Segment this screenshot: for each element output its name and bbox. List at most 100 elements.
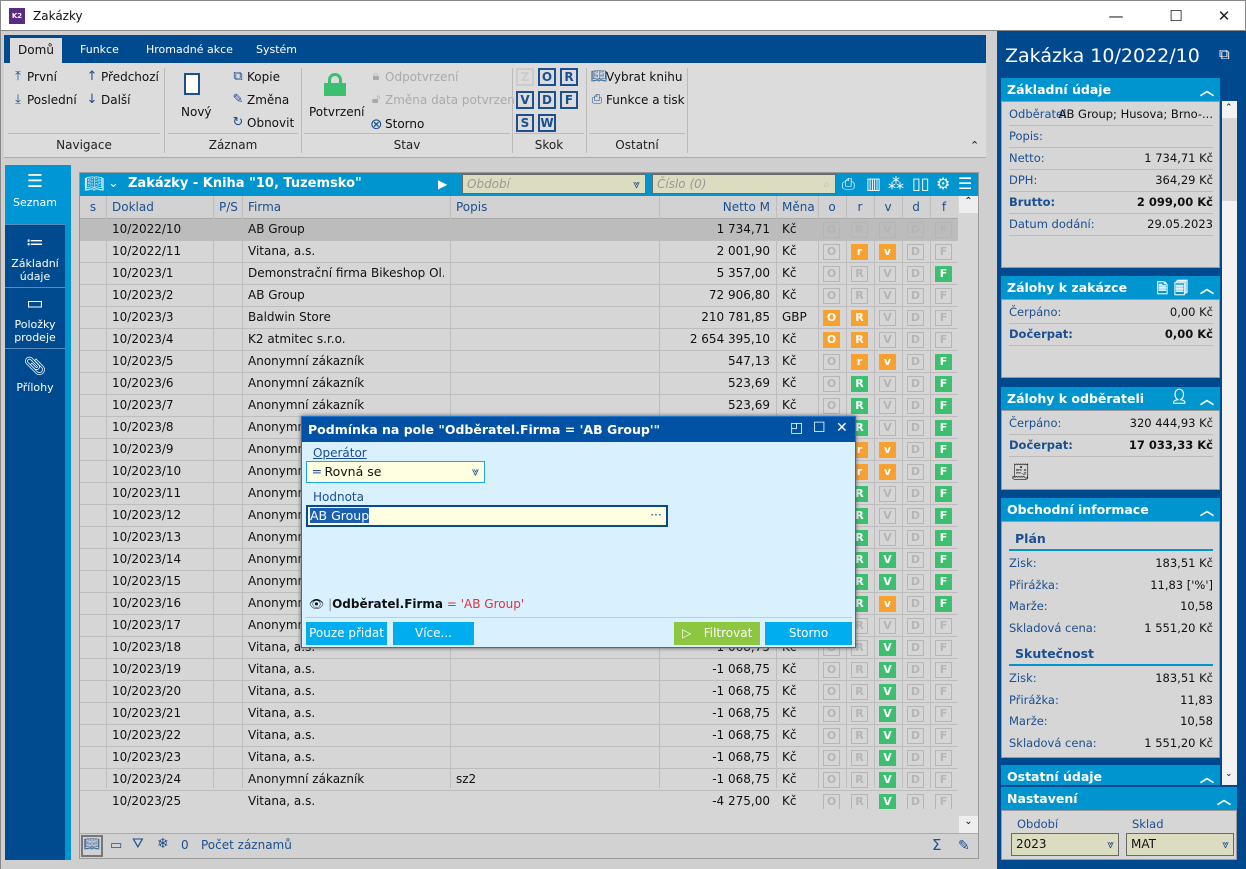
scroll-thumb[interactable] xyxy=(1222,101,1237,201)
last-button[interactable]: ⤓ Poslední xyxy=(12,92,77,107)
table-row[interactable]: 10/2023/20 Vitana, a.s. -1 068,75 Kč O R V D F xyxy=(80,681,958,703)
snowflake-icon[interactable]: ❄ xyxy=(157,836,169,852)
ellipsis-icon[interactable]: ··· xyxy=(650,507,662,522)
minimize-button[interactable]: — xyxy=(1101,5,1131,27)
table-row[interactable]: 10/2023/22 Vitana, a.s. -1 068,75 Kč O R V D F xyxy=(80,725,958,747)
storno-button[interactable]: ⊗ Storno xyxy=(370,115,424,133)
scroll-up-icon[interactable]: ⌃ xyxy=(1225,103,1233,113)
table-row[interactable]: 10/2023/23 Vitana, a.s. -1 068,75 Kč O R V D F xyxy=(80,747,958,769)
column-header-3[interactable]: Firma xyxy=(248,200,444,214)
column-header-0[interactable]: s xyxy=(86,200,100,214)
dock-icon[interactable]: ◰ xyxy=(790,420,803,436)
chevron-down-icon[interactable]: ⌄ xyxy=(108,176,119,191)
print-button[interactable]: ⎙ Funkce a tisk xyxy=(591,92,685,107)
confirm-button[interactable]: Potvrzení xyxy=(309,105,365,119)
jump-z-button[interactable]: Z xyxy=(516,68,534,86)
chevron-up-icon[interactable]: ︿ xyxy=(1200,389,1214,409)
column-header-11[interactable]: f xyxy=(936,200,952,214)
column-header-9[interactable]: v xyxy=(880,200,896,214)
maximize-button[interactable]: ☐ xyxy=(1161,5,1191,27)
scroll-down-icon[interactable]: ⌄ xyxy=(1225,769,1233,779)
tab-system[interactable]: Systém xyxy=(256,43,297,56)
column-header-2[interactable]: P/S xyxy=(219,200,238,214)
close-button[interactable]: ✕ xyxy=(1209,5,1239,27)
operator-select[interactable]: ═ Rovná se ⩔ xyxy=(306,461,485,483)
column-header-1[interactable]: Doklad xyxy=(112,200,207,214)
gear-icon[interactable]: ⚙ xyxy=(936,174,950,193)
chevron-up-icon[interactable]: ︿ xyxy=(1200,500,1214,520)
period-input[interactable]: Období ⩔ xyxy=(462,174,646,194)
table-row[interactable]: 10/2023/7 Anonymní zákazník 523,69 Kč O R V D F xyxy=(80,395,958,417)
refresh-button[interactable]: ↻ Obnovit xyxy=(232,115,295,130)
table-row[interactable]: 10/2023/1 Demonstrační firma Bikeshop Ol.… xyxy=(80,263,958,285)
book-icon[interactable]: 📖︎ xyxy=(84,174,104,193)
print-icon[interactable]: ⎙ xyxy=(842,174,855,194)
archive-icon[interactable]: ▭ xyxy=(110,838,122,853)
number-search-input[interactable]: Číslo (0) ⌕ xyxy=(652,174,836,194)
vertical-scrollbar[interactable]: ⌃ ⌄ xyxy=(959,196,978,833)
chevron-up-icon[interactable]: ︿ xyxy=(1200,278,1214,298)
jump-f-button[interactable]: F xyxy=(560,91,578,109)
jump-d-button[interactable]: D xyxy=(538,91,556,109)
play-icon[interactable]: ▶ xyxy=(438,177,447,191)
table-row[interactable]: 10/2023/24 Anonymní zákazník sz2 -1 068,75 K… xyxy=(80,769,958,791)
section-header-zalohy-odberatel[interactable]: Zálohy k odběrateli 👤︎ ︿ xyxy=(1001,387,1220,410)
first-button[interactable]: ⤒ První xyxy=(12,69,57,84)
value-input[interactable]: AB Group ··· xyxy=(306,505,668,527)
tab-domu[interactable]: Domů xyxy=(10,38,62,63)
pencil-icon[interactable]: ✎ xyxy=(958,838,970,854)
group-icon[interactable]: ⁂ xyxy=(888,174,904,193)
scroll-up-icon[interactable]: ⌃ xyxy=(959,196,978,213)
invoice-coins-icon[interactable]: 🧾︎ xyxy=(1010,462,1030,481)
chart-icon[interactable]: ▥ xyxy=(866,174,881,193)
popout-icon[interactable]: ⧉ xyxy=(1219,45,1230,63)
column-header-8[interactable]: r xyxy=(852,200,868,214)
section-header-basic[interactable]: Základní údaje ︿ xyxy=(1001,78,1220,101)
copy-button[interactable]: ⧉ Kopie xyxy=(232,69,280,84)
jump-w-button[interactable]: W xyxy=(538,114,556,132)
maximize-icon[interactable]: ☐ xyxy=(813,420,826,436)
table-row[interactable]: 10/2023/3 Baldwin Store 210 781,85 GBP O R V D F xyxy=(80,307,958,329)
previous-button[interactable]: ↑ Předchozí xyxy=(86,69,159,84)
tab-funkce[interactable]: Funkce xyxy=(80,43,119,56)
edit-button[interactable]: ✎ Změna xyxy=(232,92,290,107)
user-document-icon[interactable]: 👤︎ xyxy=(1170,389,1188,405)
filter-icon[interactable]: ⛛ xyxy=(132,836,144,852)
filter-button[interactable]: ▷ Filtrovat xyxy=(674,622,760,645)
select-book-button[interactable]: 📖︎ Vybrat knihu xyxy=(591,69,683,84)
obdobi-select[interactable]: 2023 ⩔ xyxy=(1011,833,1119,856)
book-view-icon[interactable]: 📖︎ xyxy=(81,835,103,857)
section-header-obchodni[interactable]: Obchodní informace ︿ xyxy=(1001,498,1220,521)
nav-zakladni-udaje[interactable]: ≔ Základní údaje xyxy=(5,226,65,288)
more-button[interactable]: Více... xyxy=(393,622,474,645)
chevron-up-icon[interactable]: ︿ xyxy=(1217,789,1231,809)
unconfirm-button[interactable]: 🔒︎ Odpotvrzení xyxy=(370,69,459,84)
close-icon[interactable]: ✕ xyxy=(836,420,848,436)
jump-r-button[interactable]: R xyxy=(560,68,578,86)
column-header-10[interactable]: d xyxy=(908,200,924,214)
scroll-down-icon[interactable]: ⌄ xyxy=(959,816,978,833)
nav-prilohy[interactable]: 📎︎ Přílohy xyxy=(5,350,65,405)
jump-o-button[interactable]: O xyxy=(538,68,556,86)
section-header-nastaveni[interactable]: Nastavení ︿ xyxy=(1001,787,1237,810)
jump-s-button[interactable]: S xyxy=(516,114,534,132)
table-row[interactable]: 10/2022/11 Vitana, a.s. 2 001,90 Kč Or v D F xyxy=(80,241,958,263)
table-row[interactable]: 10/2023/5 Anonymní zákazník 547,13 Kč Or v D F xyxy=(80,351,958,373)
collapse-ribbon-icon[interactable]: ⌃ xyxy=(970,139,979,152)
menu-icon[interactable]: ☰ xyxy=(958,174,972,193)
nav-polozky-prodeje[interactable]: ▭ Položky prodeje xyxy=(5,289,65,349)
next-button[interactable]: ↓ Další xyxy=(86,92,131,107)
column-header-5[interactable]: Netto M xyxy=(665,200,770,214)
cancel-button[interactable]: Storno xyxy=(765,622,852,645)
table-row[interactable]: 10/2023/21 Vitana, a.s. -1 068,75 Kč O R V D F xyxy=(80,703,958,725)
table-row[interactable]: 10/2023/25 Vitana, a.s. -4 275,00 Kč O R V D F xyxy=(80,791,958,809)
table-row[interactable]: 10/2022/10 AB Group 1 734,71 Kč O R V D F xyxy=(80,219,958,241)
jump-v-button[interactable]: V xyxy=(516,91,534,109)
tab-hromadne-akce[interactable]: Hromadné akce xyxy=(146,43,233,56)
new-button[interactable]: Nový xyxy=(181,105,212,119)
nav-seznam[interactable]: ☰ Seznam xyxy=(5,165,65,225)
section-header-zalohy-zakazka[interactable]: Zálohy k zakázce 🗎︎ 🗐︎ ︿ xyxy=(1001,276,1220,299)
column-header-6[interactable]: Měna xyxy=(782,200,815,214)
add-only-button[interactable]: Pouze přidat xyxy=(306,622,387,645)
table-row[interactable]: 10/2023/4 K2 atmitec s.r.o. 2 654 395,10 Kč… xyxy=(80,329,958,351)
